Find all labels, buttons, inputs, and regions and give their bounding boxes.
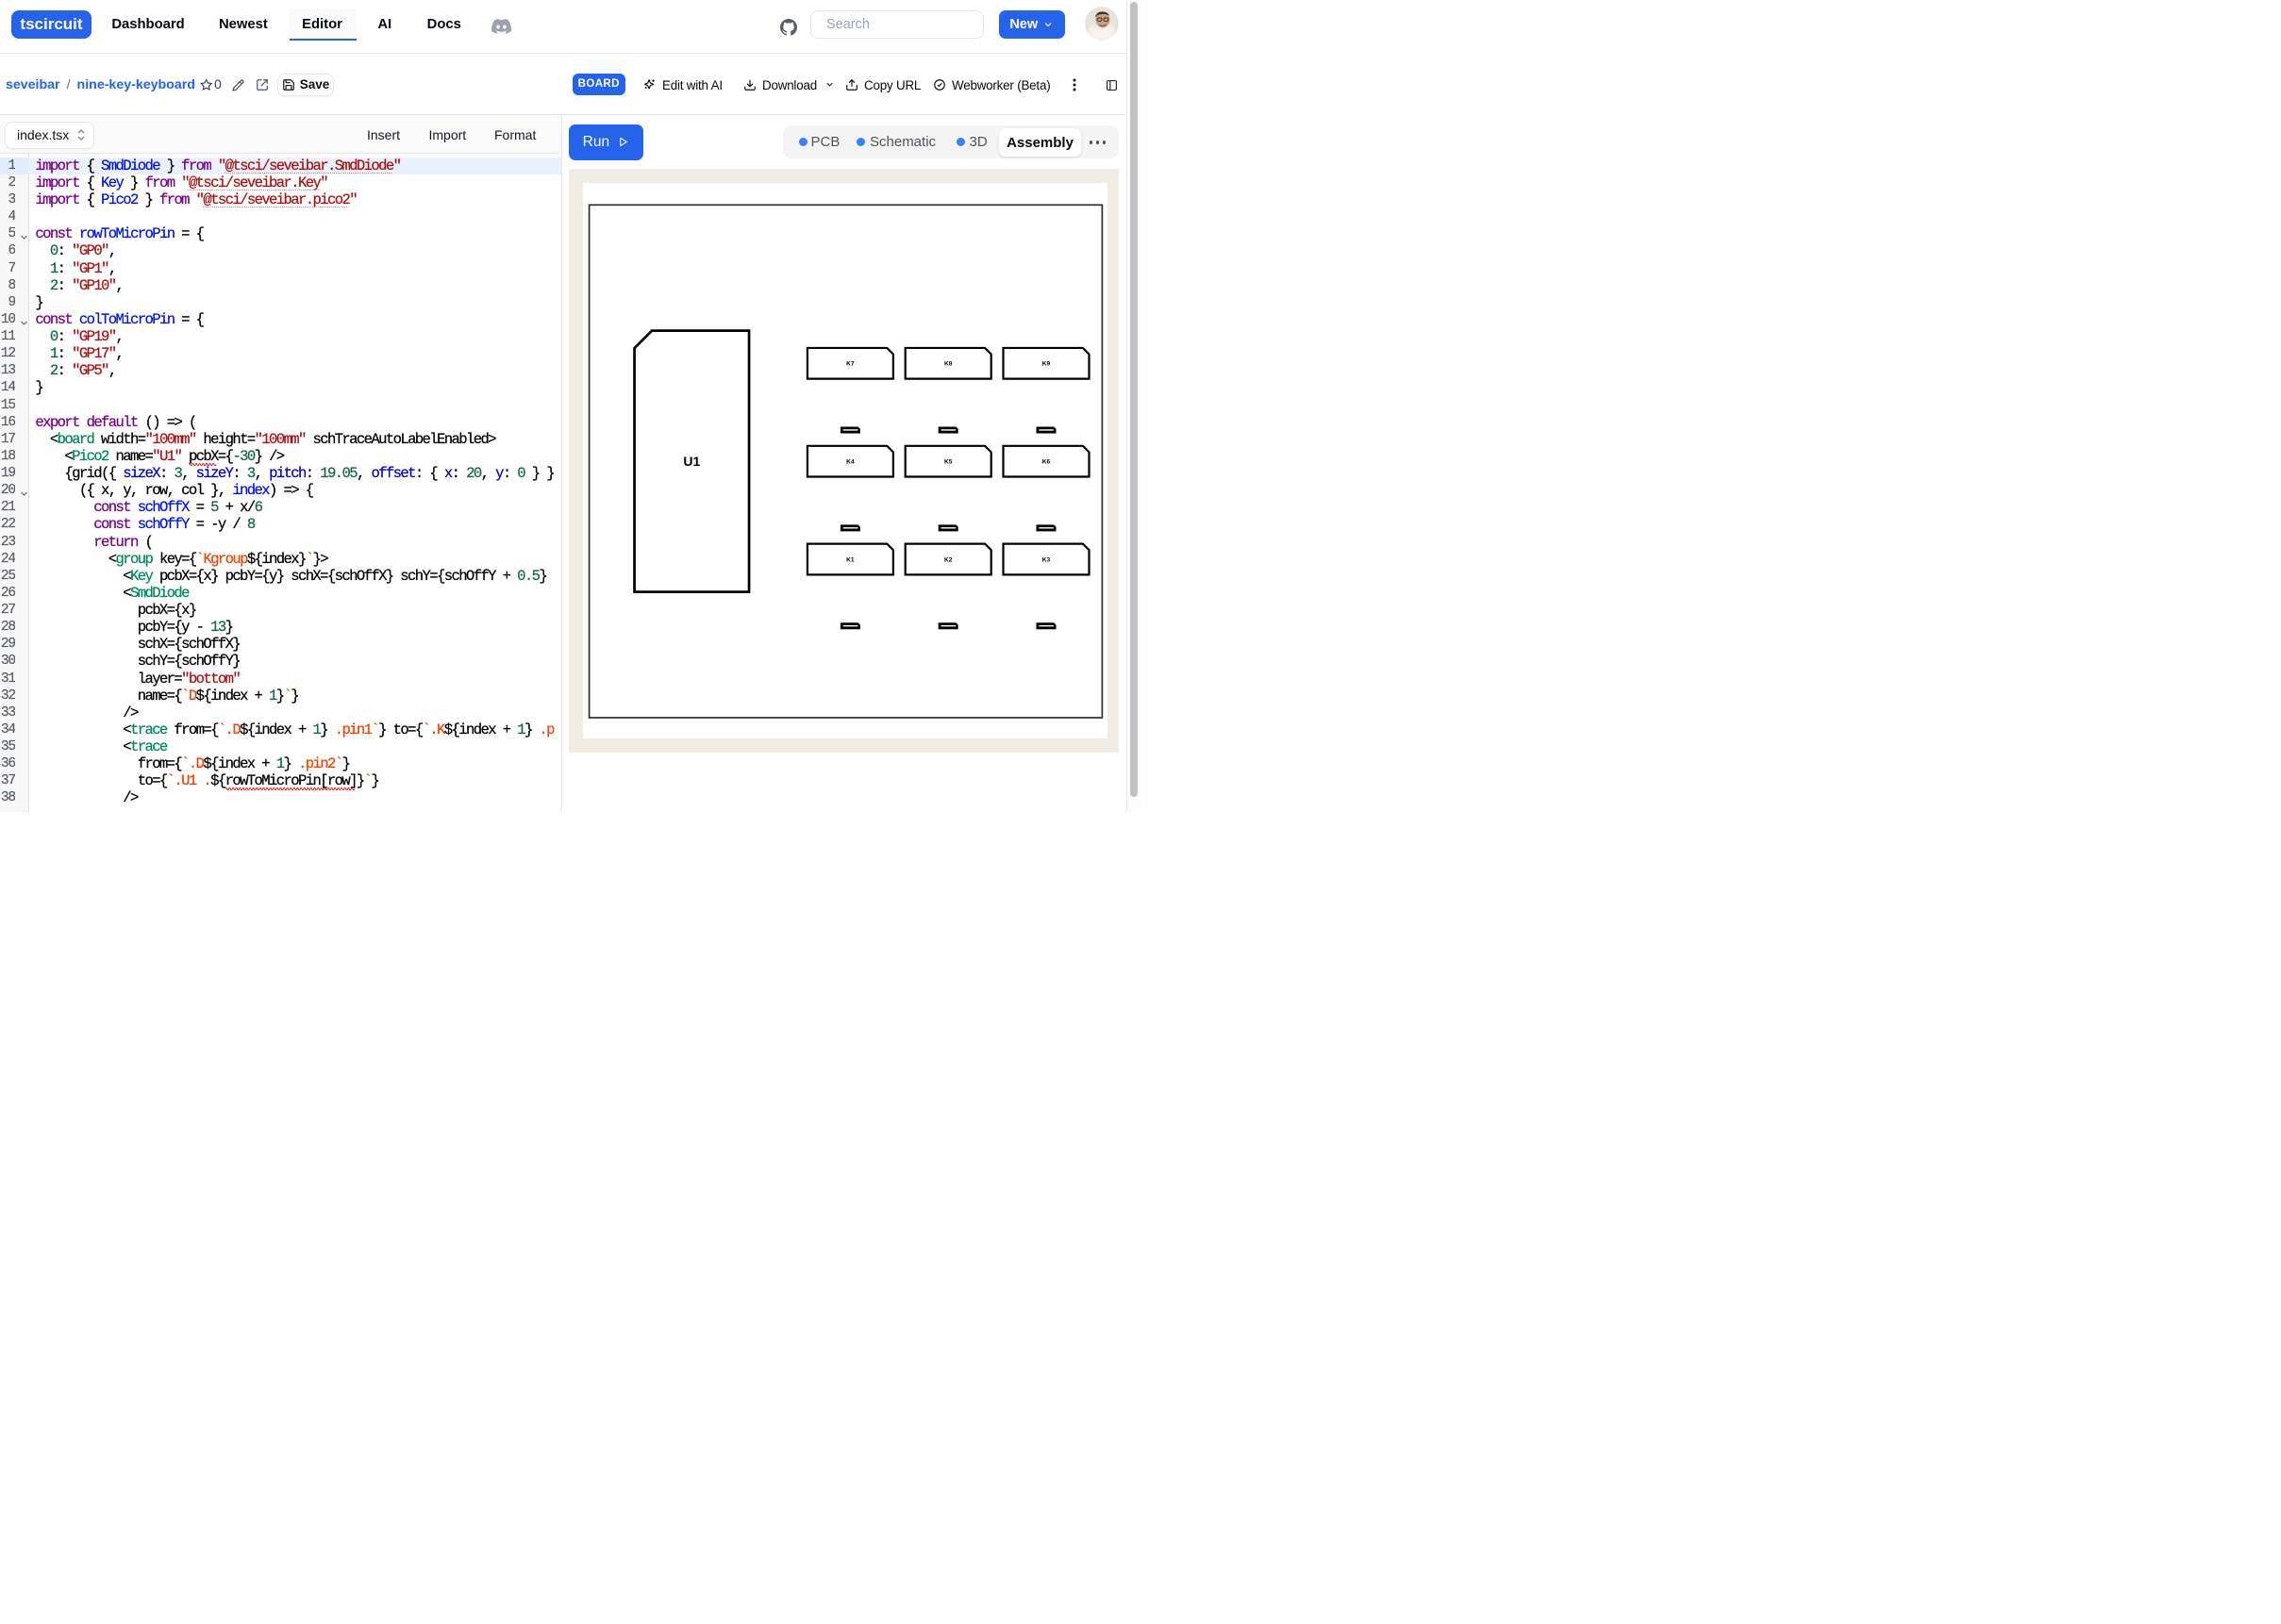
- svg-text:K1: K1: [846, 556, 855, 563]
- svg-text:K8: K8: [944, 360, 953, 367]
- svg-text:K7: K7: [846, 360, 855, 367]
- svg-text:K5: K5: [944, 458, 953, 465]
- svg-text:K6: K6: [1042, 458, 1051, 465]
- svg-text:K3: K3: [1042, 556, 1051, 563]
- svg-text:U1: U1: [683, 454, 700, 469]
- svg-text:K2: K2: [944, 556, 953, 563]
- svg-text:K4: K4: [846, 458, 855, 465]
- svg-text:K9: K9: [1042, 360, 1051, 367]
